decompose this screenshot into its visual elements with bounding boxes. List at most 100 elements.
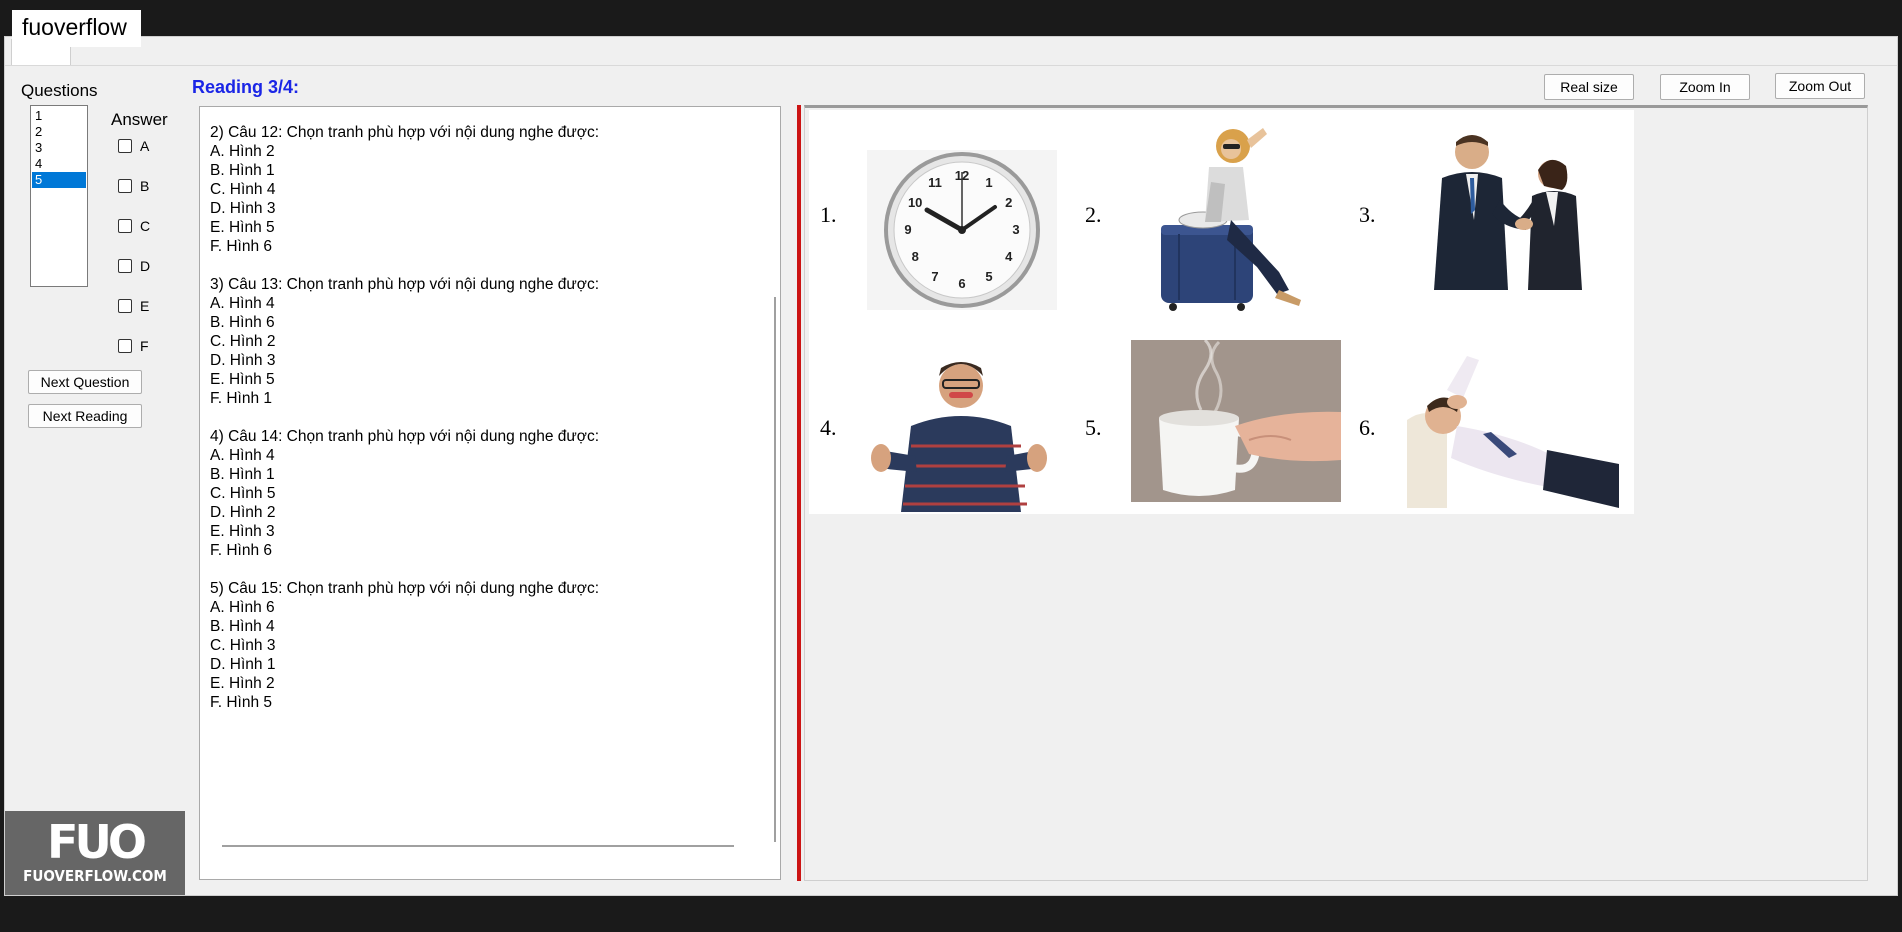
question-answer-line: E. Hình 3	[210, 523, 275, 540]
question-answer-line: B. Hình 6	[210, 314, 275, 331]
answer-checkbox[interactable]	[118, 139, 132, 153]
answer-checkbox[interactable]	[118, 339, 132, 353]
answer-option-c[interactable]: C	[118, 218, 150, 234]
clock-number: 9	[904, 222, 911, 237]
answer-checkbox[interactable]	[118, 179, 132, 193]
question-answer-line: A. Hình 2	[210, 143, 275, 160]
vertical-scrollbar[interactable]	[774, 297, 776, 842]
answer-checkbox[interactable]	[118, 299, 132, 313]
questions-label: Questions	[21, 81, 98, 100]
man-refusing-picture	[871, 346, 1051, 512]
question-answer-line: B. Hình 1	[210, 466, 275, 483]
question-block: 4) Câu 14: Chọn tranh phù hợp với nội du…	[210, 427, 760, 560]
question-prompt: 5) Câu 15: Chọn tranh phù hợp với nội du…	[210, 580, 600, 597]
question-list-item[interactable]: 2	[32, 124, 86, 140]
tab-strip	[5, 37, 1897, 66]
app-window: Questions 12345 Answer ABCDEF Next Quest…	[4, 36, 1898, 896]
handshake-picture	[1404, 130, 1604, 300]
question-list-item[interactable]: 4	[32, 156, 86, 172]
answer-option-d[interactable]: D	[118, 258, 150, 274]
answer-option-label: F	[140, 338, 149, 354]
horizontal-scrollbar[interactable]	[222, 845, 734, 847]
answer-option-label: B	[140, 178, 150, 194]
question-answer-line: D. Hình 1	[210, 656, 276, 673]
question-answer-line: E. Hình 5	[210, 219, 275, 236]
reading-title: Reading 3/4:	[192, 77, 300, 97]
question-prompt: 4) Câu 14: Chọn tranh phù hợp với nội du…	[210, 428, 600, 445]
clock-number: 8	[912, 249, 919, 264]
question-answer-line: A. Hình 4	[210, 295, 275, 312]
clock-number: 2	[1005, 195, 1012, 210]
question-answer-line: B. Hình 1	[210, 162, 275, 179]
logo-text: FUOVERFLOW.COM	[23, 867, 167, 885]
question-answer-line: E. Hình 2	[210, 675, 275, 692]
man-resting-on-sofa-picture	[1407, 346, 1619, 508]
woman-with-suitcase-picture	[1139, 122, 1319, 312]
answer-option-f[interactable]: F	[118, 338, 149, 354]
question-answer-line: E. Hình 5	[210, 371, 275, 388]
question-list-item[interactable]: 3	[32, 140, 86, 156]
clock-number: 4	[1005, 249, 1013, 264]
answer-option-a[interactable]: A	[118, 138, 149, 154]
answer-option-label: A	[140, 138, 150, 154]
question-answer-line: D. Hình 3	[210, 200, 276, 217]
question-block: 2) Câu 12: Chọn tranh phù hợp với nội du…	[210, 123, 760, 256]
coffee-cup-picture	[1131, 340, 1341, 502]
fuoverflow-logo: FUO FUOVERFLOW.COM	[5, 811, 185, 895]
clock-number: 5	[985, 269, 992, 284]
question-answer-line: F. Hình 6	[210, 238, 273, 255]
next-reading-button[interactable]: Next Reading	[28, 404, 142, 428]
clock-number: 10	[908, 195, 922, 210]
logo-mark: FUO	[47, 815, 147, 869]
answer-option-b[interactable]: B	[118, 178, 149, 194]
zoom-in-button[interactable]: Zoom In	[1660, 74, 1750, 100]
watermark-label: fuoverflow	[12, 10, 141, 47]
clock-number: 7	[931, 269, 938, 284]
question-answer-line: C. Hình 5	[210, 485, 276, 502]
zoom-out-button[interactable]: Zoom Out	[1775, 73, 1865, 99]
question-prompt: 3) Câu 13: Chọn tranh phù hợp với nội du…	[210, 276, 600, 293]
question-answer-line: D. Hình 2	[210, 504, 276, 521]
answer-checkbox[interactable]	[118, 259, 132, 273]
reading-text-panel[interactable]: 2) Câu 12: Chọn tranh phù hợp với nội du…	[199, 106, 781, 880]
question-prompt: 2) Câu 12: Chọn tranh phù hợp với nội du…	[210, 124, 600, 141]
image-panel[interactable]: 1. 2. 3. 4. 5. 6. 12 1 2 3 4 5 6 7 8 9 10 11	[804, 105, 1868, 881]
picture-label-6: 6.	[1359, 415, 1376, 440]
question-answer-line: F. Hình 5	[210, 694, 273, 711]
real-size-button[interactable]: Real size	[1544, 74, 1634, 100]
picture-label-1: 1.	[820, 202, 837, 227]
question-list-item[interactable]: 1	[32, 108, 86, 124]
question-answer-line: A. Hình 6	[210, 599, 275, 616]
question-answer-line: D. Hình 3	[210, 352, 276, 369]
question-answer-line: F. Hình 6	[210, 542, 273, 559]
answer-option-e[interactable]: E	[118, 298, 149, 314]
clock-number: 3	[1012, 222, 1019, 237]
clock-number: 11	[928, 175, 942, 190]
answer-option-label: D	[140, 258, 151, 274]
question-answer-line: F. Hình 1	[210, 390, 273, 407]
picture-sheet: 1. 2. 3. 4. 5. 6. 12 1 2 3 4 5 6 7 8 9 10 11	[809, 110, 1634, 514]
picture-label-2: 2.	[1085, 202, 1102, 227]
question-list-item[interactable]: 5	[32, 172, 86, 188]
question-answer-line: C. Hình 3	[210, 637, 276, 654]
reading-question-text: 2) Câu 12: Chọn tranh phù hợp với nội du…	[210, 123, 760, 731]
question-answer-line: C. Hình 2	[210, 333, 276, 350]
picture-label-4: 4.	[820, 415, 837, 440]
answer-label: Answer	[111, 110, 168, 129]
answer-checkbox[interactable]	[118, 219, 132, 233]
panel-splitter[interactable]	[797, 105, 801, 881]
clock-number: 1	[985, 175, 992, 190]
question-answer-line: A. Hình 4	[210, 447, 275, 464]
answer-option-label: E	[140, 298, 150, 314]
answer-option-label: C	[140, 218, 151, 234]
questions-listbox[interactable]: 12345	[30, 105, 88, 287]
question-block: 3) Câu 13: Chọn tranh phù hợp với nội du…	[210, 275, 760, 408]
clock-number: 6	[958, 276, 965, 291]
picture-label-5: 5.	[1085, 415, 1102, 440]
picture-label-3: 3.	[1359, 202, 1376, 227]
question-answer-line: B. Hình 4	[210, 618, 275, 635]
next-question-button[interactable]: Next Question	[28, 370, 142, 394]
question-block: 5) Câu 15: Chọn tranh phù hợp với nội du…	[210, 579, 760, 712]
question-answer-line: C. Hình 4	[210, 181, 276, 198]
clock-picture: 12 1234567891011	[867, 150, 1057, 310]
